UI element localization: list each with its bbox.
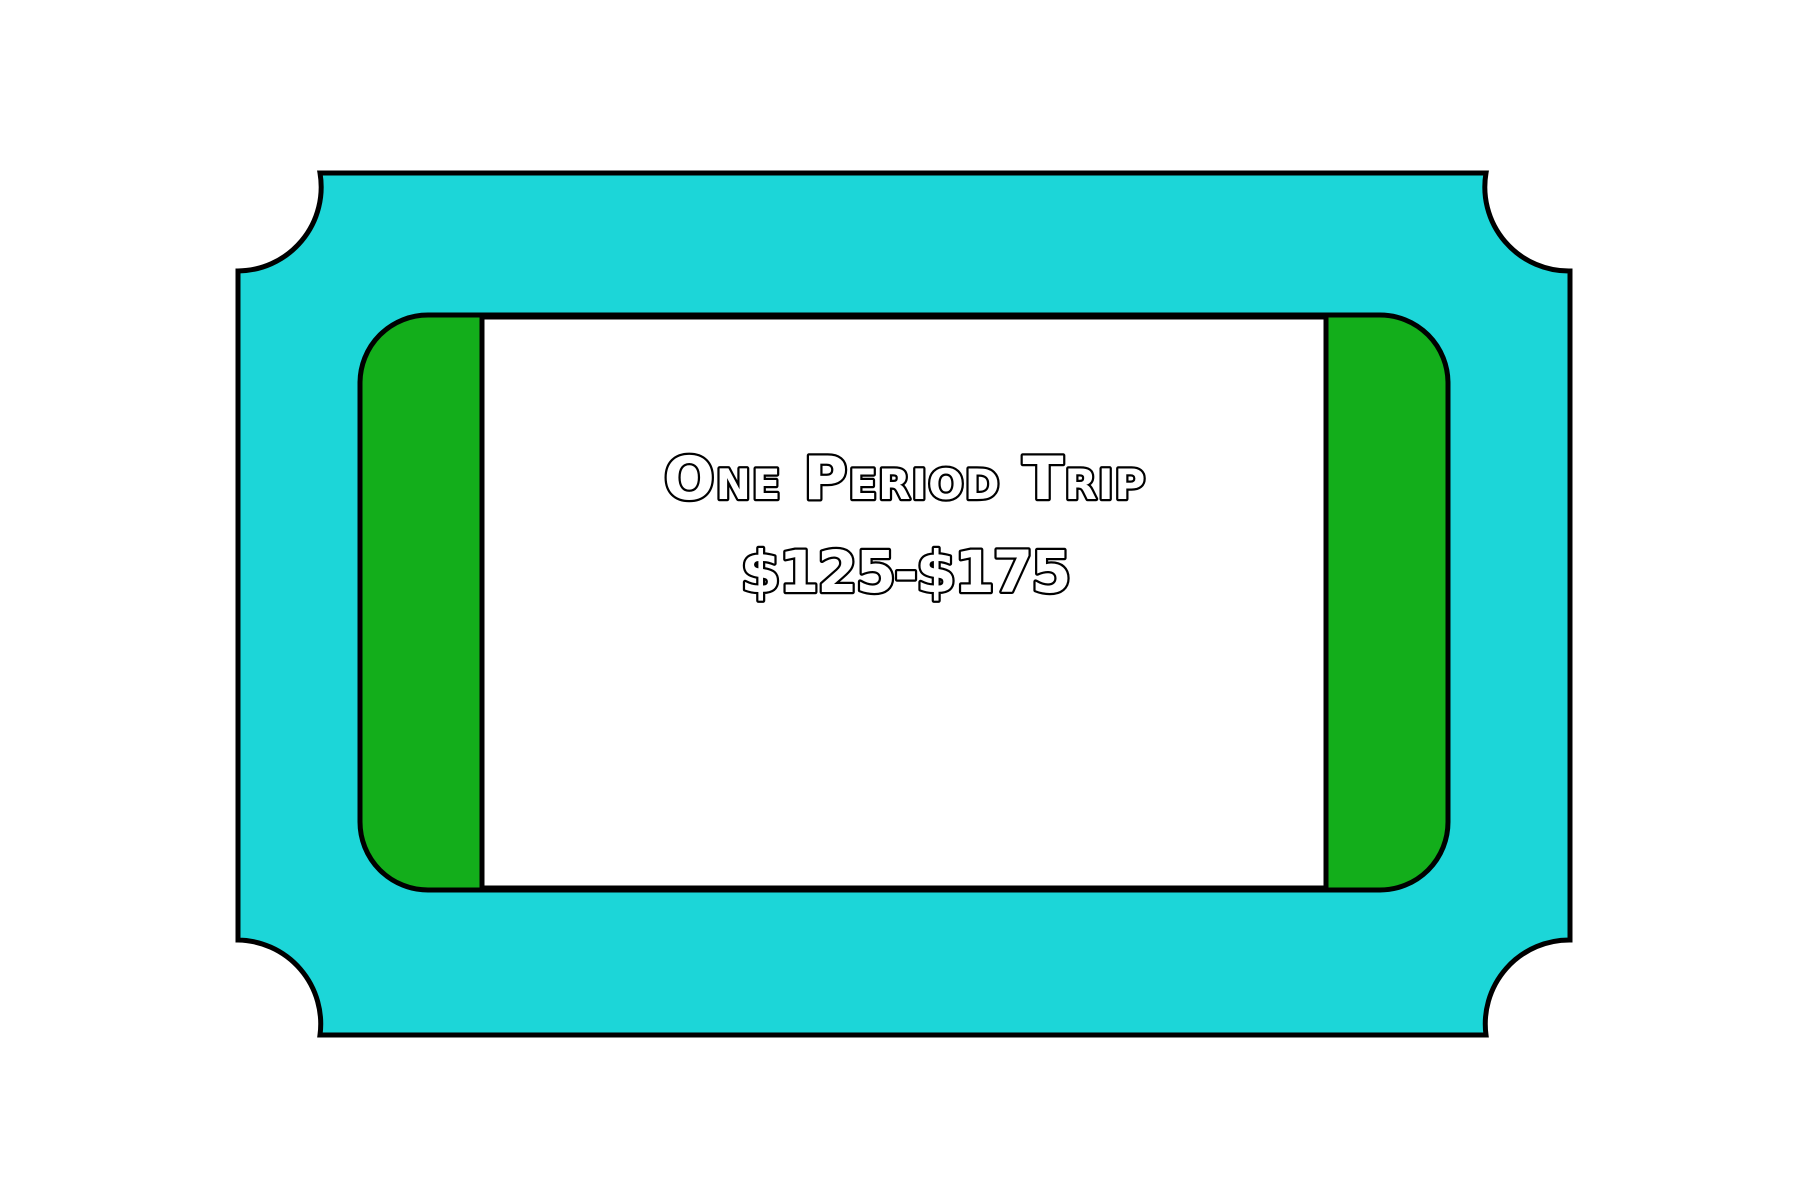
ticket-illustration: One Period Trip $125-$175 [235, 170, 1573, 1038]
ticket-price: $125-$175 [741, 538, 1070, 606]
ticket-title: One Period Trip [664, 444, 1147, 514]
